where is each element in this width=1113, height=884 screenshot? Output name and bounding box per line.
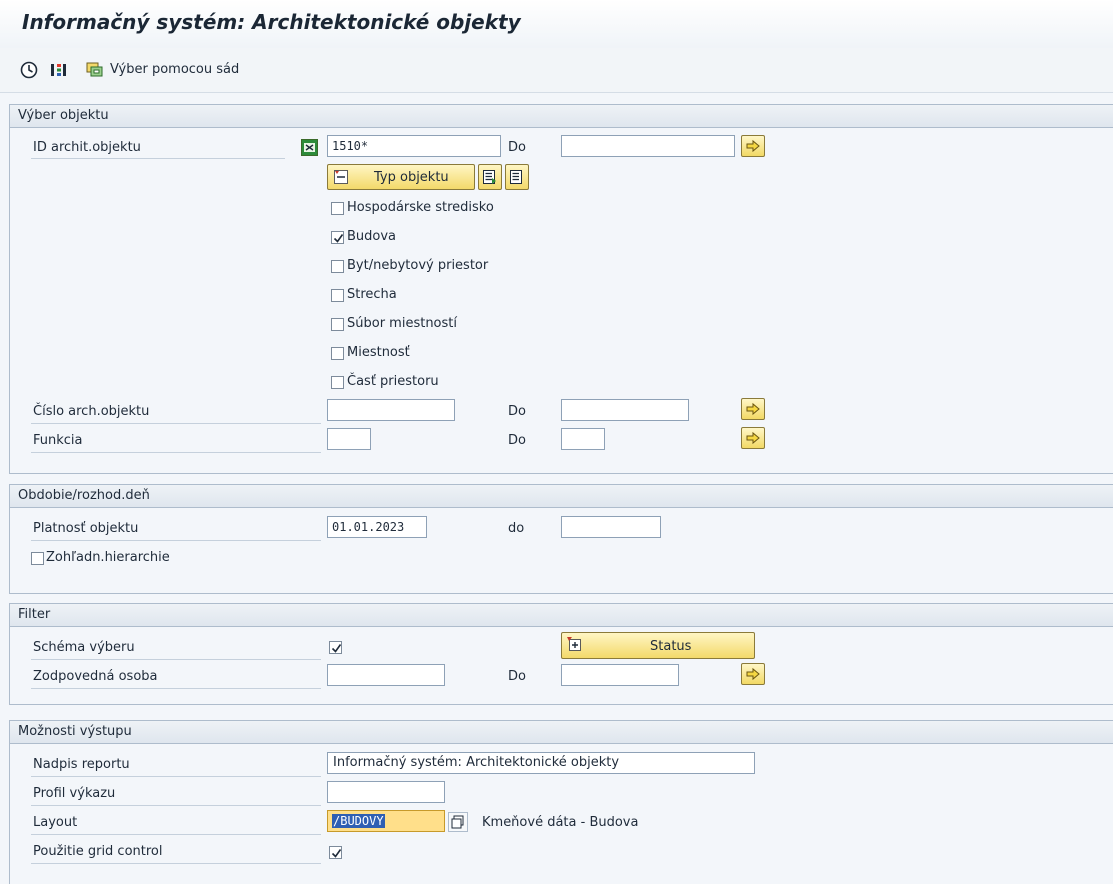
validity-label: Platnosť objektu xyxy=(33,521,139,536)
title-bar: Informačný systém: Architektonické objek… xyxy=(0,0,1113,49)
number-to-label: Do xyxy=(508,404,526,419)
id-to-label: Do xyxy=(508,140,526,155)
checkmark-icon xyxy=(331,849,342,858)
hierarchy-label: Zohľadn.hierarchie xyxy=(46,550,170,565)
number-label-underline xyxy=(31,423,321,424)
type-checkbox-3[interactable] xyxy=(331,289,344,302)
validity-label-underline xyxy=(31,540,321,541)
type-label-0: Hospodárske stredisko xyxy=(347,200,494,215)
validity-from-input[interactable]: 01.01.2023 xyxy=(327,516,427,538)
group-header-output: Možnosti výstupu xyxy=(10,721,1113,744)
layout-label-underline xyxy=(31,834,321,835)
group-output: Možnosti výstupu xyxy=(9,720,1113,884)
select-all-icon xyxy=(483,170,496,184)
id-from-input[interactable]: 1510* xyxy=(327,135,501,157)
arrow-right-icon xyxy=(746,667,760,681)
status-button-label: Status xyxy=(650,639,692,654)
checkmark-icon xyxy=(331,644,342,653)
report-title-label-underline xyxy=(31,776,321,777)
type-checkbox-6[interactable] xyxy=(331,376,344,389)
group-period: Obdobie/rozhod.deň xyxy=(9,484,1113,594)
deselect-all-icon xyxy=(510,170,522,184)
type-checkbox-0[interactable] xyxy=(331,202,344,215)
responsible-range-arrow-button[interactable] xyxy=(741,663,765,685)
id-label-underline xyxy=(31,158,285,159)
validity-to-input[interactable] xyxy=(561,516,661,538)
selection-sets-label[interactable]: Výber pomocou sád xyxy=(110,62,239,77)
layout-input[interactable]: /BUDOVY xyxy=(327,810,445,832)
profile-input[interactable] xyxy=(327,781,445,803)
group-header-period: Obdobie/rozhod.deň xyxy=(10,485,1113,508)
number-range-arrow-button[interactable] xyxy=(741,398,765,420)
grid-label-underline xyxy=(31,863,321,864)
profile-label-underline xyxy=(31,805,321,806)
arrow-right-icon xyxy=(746,139,760,153)
type-label-1: Budova xyxy=(347,229,397,244)
function-label: Funkcia xyxy=(33,433,83,448)
function-range-arrow-button[interactable] xyxy=(741,427,765,449)
number-to-input[interactable] xyxy=(561,399,689,421)
layout-input-value: /BUDOVY xyxy=(332,814,385,828)
checkmark-icon xyxy=(333,234,344,243)
type-checkbox-1[interactable] xyxy=(331,231,344,244)
responsible-label-underline xyxy=(31,688,321,689)
id-range-arrow-button[interactable] xyxy=(741,135,765,157)
profile-label: Profil výkazu xyxy=(33,786,116,801)
grid-label: Použitie grid control xyxy=(33,844,163,859)
page-title: Informačný systém: Architektonické objek… xyxy=(22,10,521,34)
type-label-6: Časť priestoru xyxy=(347,374,439,389)
value-help-button[interactable] xyxy=(448,812,468,832)
type-checkbox-4[interactable] xyxy=(331,318,344,331)
multiple-selection-icon[interactable] xyxy=(301,139,318,156)
select-all-button[interactable] xyxy=(478,164,502,190)
number-label: Číslo arch.objektu xyxy=(33,404,150,419)
selection-sets-icon[interactable] xyxy=(86,61,104,79)
arrow-right-icon xyxy=(746,402,760,416)
collapse-icon xyxy=(334,170,348,184)
layout-description: Kmeňové dáta - Budova xyxy=(482,815,639,830)
function-to-input[interactable] xyxy=(561,428,605,450)
hierarchy-checkbox[interactable] xyxy=(31,552,44,565)
type-checkbox-2[interactable] xyxy=(331,260,344,273)
number-from-input[interactable] xyxy=(327,399,455,421)
object-type-button[interactable]: Typ objektu xyxy=(327,164,475,190)
object-type-button-label: Typ objektu xyxy=(374,170,449,185)
responsible-label: Zodpovedná osoba xyxy=(33,669,158,684)
report-title-label: Nadpis reportu xyxy=(33,757,130,772)
type-checkbox-5[interactable] xyxy=(331,347,344,360)
function-to-label: Do xyxy=(508,433,526,448)
responsible-to-input[interactable] xyxy=(561,664,679,686)
group-header-object-selection: Výber objektu xyxy=(10,105,1113,128)
expand-icon xyxy=(567,637,581,651)
scheme-label-underline xyxy=(31,659,321,660)
function-from-input[interactable] xyxy=(327,428,371,450)
type-label-2: Byt/nebytový priestor xyxy=(347,258,489,273)
type-label-3: Strecha xyxy=(347,287,397,302)
arrow-right-icon xyxy=(746,431,760,445)
execute-clock-icon[interactable] xyxy=(20,61,38,79)
function-label-underline xyxy=(31,452,321,453)
type-label-4: Súbor miestností xyxy=(347,316,457,331)
id-label: ID archit.objektu xyxy=(33,140,141,155)
dynamic-selection-icon[interactable] xyxy=(50,61,68,79)
type-label-5: Miestnosť xyxy=(347,345,410,360)
layout-label: Layout xyxy=(33,815,78,830)
status-button[interactable]: Status xyxy=(561,632,755,659)
toolbar: Výber pomocou sád xyxy=(0,48,1113,93)
responsible-to-label: Do xyxy=(508,669,526,684)
scheme-label: Schéma výberu xyxy=(33,640,135,655)
group-header-filter: Filter xyxy=(10,604,1113,627)
validity-to-label: do xyxy=(508,521,525,536)
report-title-input[interactable]: Informačný systém: Architektonické objek… xyxy=(327,752,755,774)
responsible-from-input[interactable] xyxy=(327,664,445,686)
id-to-input[interactable] xyxy=(561,135,735,157)
scheme-checkbox[interactable] xyxy=(329,641,342,654)
grid-checkbox[interactable] xyxy=(329,846,342,859)
deselect-all-button[interactable] xyxy=(505,164,529,190)
value-help-icon xyxy=(451,815,464,829)
